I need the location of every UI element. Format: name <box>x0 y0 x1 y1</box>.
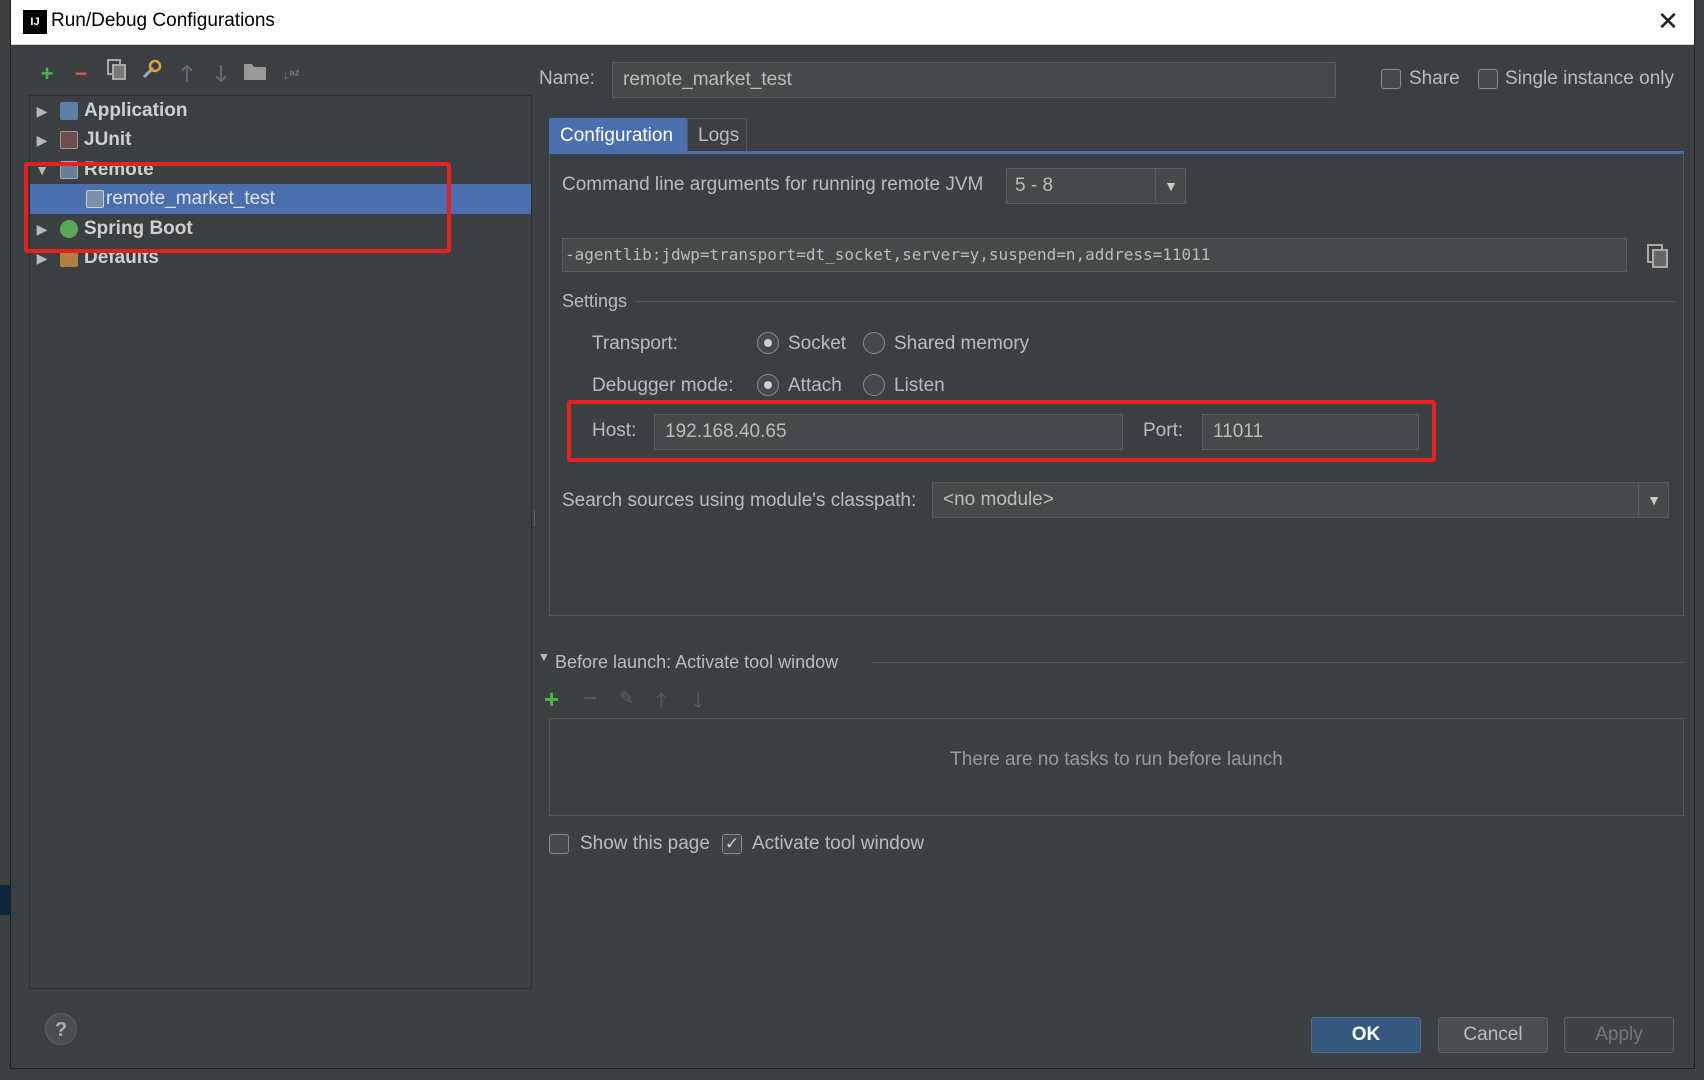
run-debug-dialog: IJ Run/Debug Configurations ✕ + − 🡑 🡓 ↓ᵃ… <box>11 0 1694 1068</box>
background-ide-left <box>0 0 11 1080</box>
single-instance-checkbox[interactable] <box>1478 69 1498 89</box>
show-page-label: Show this page <box>580 833 710 854</box>
tree-item-label: Application <box>84 100 188 121</box>
settings-separator <box>635 301 1675 302</box>
debugger-attach-label: Attach <box>788 375 842 396</box>
title-bar: IJ Run/Debug Configurations ✕ <box>11 0 1694 45</box>
jdk-version-value: 5 - 8 <box>1015 175 1054 196</box>
ok-button[interactable]: OK <box>1311 1017 1421 1053</box>
module-select-value: <no module> <box>943 489 1054 510</box>
chevron-down-icon: ▼ <box>1155 169 1186 203</box>
copy-icon[interactable] <box>103 58 131 90</box>
cmdline-label: Command line arguments for running remot… <box>562 174 984 195</box>
debugger-attach-radio[interactable] <box>757 374 779 396</box>
background-ide-right <box>1694 0 1704 1080</box>
activate-tool-window-label: Activate tool window <box>752 833 925 854</box>
before-launch-separator <box>871 662 1684 663</box>
collapse-triangle-icon[interactable]: ▼ <box>538 650 550 664</box>
help-icon: ? <box>54 1019 68 1041</box>
add-icon[interactable]: + <box>33 58 61 90</box>
single-instance-label: Single instance only <box>1505 68 1674 89</box>
before-launch-tasks-list: There are no tasks to run before launch <box>549 718 1684 816</box>
tree-item-label: JUnit <box>84 129 132 150</box>
highlight-remote-group <box>24 162 451 253</box>
chevron-down-icon: ▼ <box>1638 483 1669 517</box>
splitter-handle[interactable]: ⁞ ⁞ <box>533 511 539 538</box>
debugger-listen-radio[interactable] <box>863 374 885 396</box>
transport-label: Transport: <box>592 333 678 354</box>
share-label: Share <box>1409 68 1460 89</box>
remove-task-icon[interactable]: − <box>583 686 597 712</box>
move-up-icon[interactable]: 🡑 <box>173 58 201 90</box>
background-ide-selection <box>0 885 11 915</box>
tab-configuration[interactable]: Configuration <box>549 118 687 152</box>
cmdline-args-field[interactable]: -agentlib:jdwp=transport=dt_socket,serve… <box>562 238 1627 272</box>
expand-arrow-icon[interactable]: ▶ <box>34 125 50 155</box>
add-task-icon[interactable]: + <box>544 686 559 712</box>
debugger-listen-label: Listen <box>894 375 945 396</box>
dialog-title: Run/Debug Configurations <box>51 10 275 31</box>
transport-socket-label: Socket <box>788 333 847 354</box>
copy-to-clipboard-icon[interactable] <box>1646 243 1670 269</box>
tab-underline <box>549 151 1684 154</box>
checkmark-icon: ✓ <box>724 834 740 853</box>
transport-shared-memory-radio[interactable] <box>863 332 885 354</box>
activate-tool-window-checkbox[interactable]: ✓ <box>722 834 742 854</box>
close-button[interactable]: ✕ <box>1651 6 1685 38</box>
help-button[interactable]: ? <box>45 1013 77 1045</box>
background-ide-statusbar <box>0 1068 1704 1080</box>
expand-arrow-icon[interactable]: ▶ <box>34 96 50 126</box>
show-page-checkbox[interactable] <box>549 834 569 854</box>
empty-tasks-text: There are no tasks to run before launch <box>950 749 1283 770</box>
move-down-icon[interactable]: 🡓 <box>207 58 235 90</box>
move-task-up-icon[interactable]: 🡑 <box>656 686 666 720</box>
apply-button[interactable]: Apply <box>1564 1017 1674 1053</box>
tree-item-application[interactable]: ▶ Application <box>30 96 531 126</box>
junit-icon <box>60 131 78 149</box>
tree-item-junit[interactable]: ▶ JUnit <box>30 125 531 155</box>
close-icon: ✕ <box>1657 6 1679 36</box>
tab-logs[interactable]: Logs <box>687 118 747 152</box>
module-classpath-label: Search sources using module's classpath: <box>562 490 917 511</box>
transport-shared-memory-label: Shared memory <box>894 333 1030 354</box>
debugger-mode-label: Debugger mode: <box>592 375 734 396</box>
name-label: Name: <box>539 68 595 89</box>
remove-icon[interactable]: − <box>67 58 95 90</box>
highlight-host-port <box>567 400 1436 462</box>
cancel-button[interactable]: Cancel <box>1438 1017 1548 1053</box>
move-task-down-icon[interactable]: 🡓 <box>693 686 703 720</box>
intellij-logo-icon: IJ <box>20 7 50 37</box>
wrench-icon[interactable] <box>137 58 165 90</box>
jdk-version-select[interactable]: 5 - 8 ▼ <box>1006 168 1186 204</box>
before-launch-title[interactable]: Before launch: Activate tool window <box>555 652 838 673</box>
name-input[interactable]: remote_market_test <box>612 62 1336 98</box>
settings-title: Settings <box>562 291 628 311</box>
folder-icon[interactable] <box>241 58 269 90</box>
edit-task-icon[interactable]: ✎ <box>619 688 634 709</box>
application-icon <box>60 102 78 120</box>
sort-icon[interactable]: ↓ᵃᶻ <box>277 58 305 90</box>
transport-socket-radio[interactable] <box>757 332 779 354</box>
module-select[interactable]: <no module> ▼ <box>932 482 1669 518</box>
share-checkbox[interactable] <box>1381 69 1401 89</box>
